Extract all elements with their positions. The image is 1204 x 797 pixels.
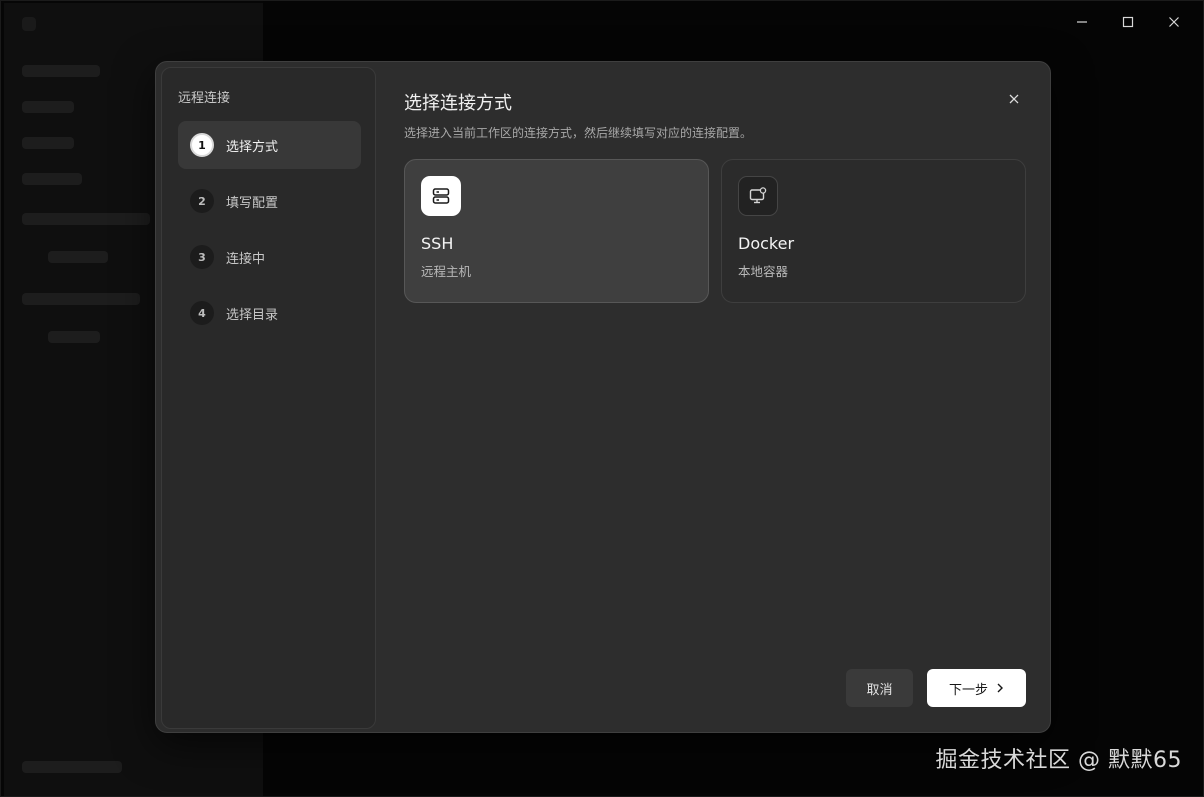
dialog-close-button[interactable] [1002, 87, 1026, 111]
step-select-directory[interactable]: 4 选择目录 [178, 289, 361, 337]
watermark-text: 掘金技术社区 @ 默默65 [935, 748, 1182, 773]
option-docker-card[interactable]: Docker 本地容器 [721, 159, 1026, 303]
monitor-gear-icon [738, 176, 778, 216]
server-icon [421, 176, 461, 216]
dialog-steps-sidebar: 远程连接 1 选择方式 2 填写配置 3 连接中 4 选择目录 [161, 67, 376, 729]
app-logo-icon [22, 17, 36, 31]
blurred-nav-item [22, 101, 74, 113]
next-step-button[interactable]: 下一步 [927, 669, 1026, 707]
step-label: 连接中 [226, 251, 266, 267]
minimize-icon [1077, 21, 1087, 23]
step-connecting[interactable]: 3 连接中 [178, 233, 361, 281]
option-description: 远程主机 [421, 264, 472, 279]
dialog-title: 选择连接方式 [404, 93, 512, 114]
option-description: 本地容器 [738, 264, 789, 279]
chevron-right-icon [997, 683, 1003, 693]
blurred-nav-item [22, 293, 140, 305]
sidebar-title: 远程连接 [178, 91, 231, 106]
maximize-icon [1122, 16, 1134, 28]
option-ssh-card[interactable]: SSH 远程主机 [404, 159, 709, 303]
blurred-nav-item [48, 251, 108, 263]
maximize-button[interactable] [1105, 9, 1151, 35]
option-title: Docker [738, 234, 795, 253]
cancel-button[interactable]: 取消 [846, 669, 913, 707]
remote-connection-dialog: 远程连接 1 选择方式 2 填写配置 3 连接中 4 选择目录 选择连接方式 选… [155, 61, 1051, 733]
next-button-label: 下一步 [948, 682, 988, 698]
close-icon [1009, 94, 1019, 104]
step-select-method[interactable]: 1 选择方式 [178, 121, 361, 169]
blurred-user-item [22, 761, 122, 773]
minimize-button[interactable] [1059, 9, 1105, 35]
step-label: 填写配置 [226, 195, 279, 211]
step-number: 1 [190, 133, 214, 157]
step-number: 3 [190, 245, 214, 269]
step-number: 4 [190, 301, 214, 325]
window-controls [1059, 9, 1197, 35]
blurred-nav-item [48, 331, 100, 343]
close-window-button[interactable] [1151, 9, 1197, 35]
close-icon [1169, 17, 1179, 27]
blurred-nav-item [22, 65, 100, 77]
blurred-nav-item [22, 137, 74, 149]
step-fill-config[interactable]: 2 填写配置 [178, 177, 361, 225]
option-title: SSH [421, 234, 454, 253]
step-label: 选择目录 [226, 307, 279, 323]
blurred-nav-item [22, 173, 82, 185]
step-number: 2 [190, 189, 214, 213]
cancel-button-label: 取消 [866, 682, 893, 698]
dialog-subtitle: 选择进入当前工作区的连接方式，然后继续填写对应的连接配置。 [404, 126, 753, 140]
step-label: 选择方式 [226, 139, 279, 155]
blurred-nav-item [22, 213, 150, 225]
